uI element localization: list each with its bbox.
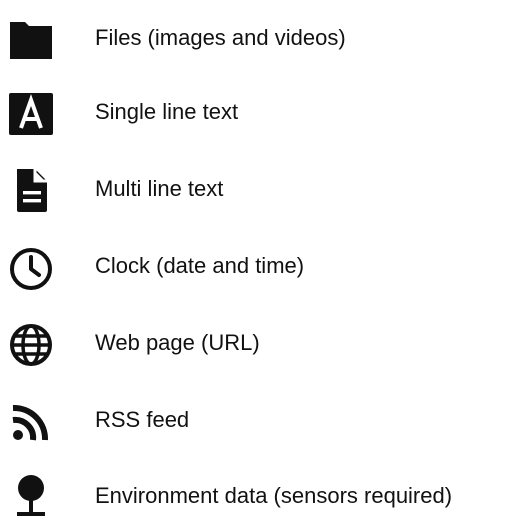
list-item-label: Clock (date and time) <box>95 253 305 278</box>
list-item-label: Files (images and videos) <box>95 25 346 50</box>
list-item-label: Single line text <box>95 99 239 124</box>
clock-icon <box>8 244 54 290</box>
rss-icon <box>8 398 54 444</box>
folder-icon <box>8 16 54 62</box>
sensor-pin-icon <box>8 474 54 520</box>
list-item-label: Multi line text <box>95 176 224 201</box>
globe-icon <box>8 321 54 367</box>
list-item-multi-line-text[interactable]: Multi line text <box>0 159 522 219</box>
list-item-label: Environment data (sensors required) <box>95 483 453 508</box>
list-item-rss-feed[interactable]: RSS feed <box>0 390 522 450</box>
document-icon <box>8 167 54 213</box>
list-item-environment-data[interactable]: Environment data (sensors required) <box>0 466 522 526</box>
list-item-label: Web page (URL) <box>95 330 260 355</box>
list-item-files[interactable]: Files (images and videos) <box>0 8 522 68</box>
letter-a-icon <box>8 90 54 136</box>
list-item-web-page[interactable]: Web page (URL) <box>0 313 522 373</box>
list-item-label: RSS feed <box>95 407 190 432</box>
content-type-list: Files (images and videos) Single line te… <box>0 0 522 522</box>
list-item-clock[interactable]: Clock (date and time) <box>0 236 522 296</box>
list-item-single-line-text[interactable]: Single line text <box>0 82 522 142</box>
